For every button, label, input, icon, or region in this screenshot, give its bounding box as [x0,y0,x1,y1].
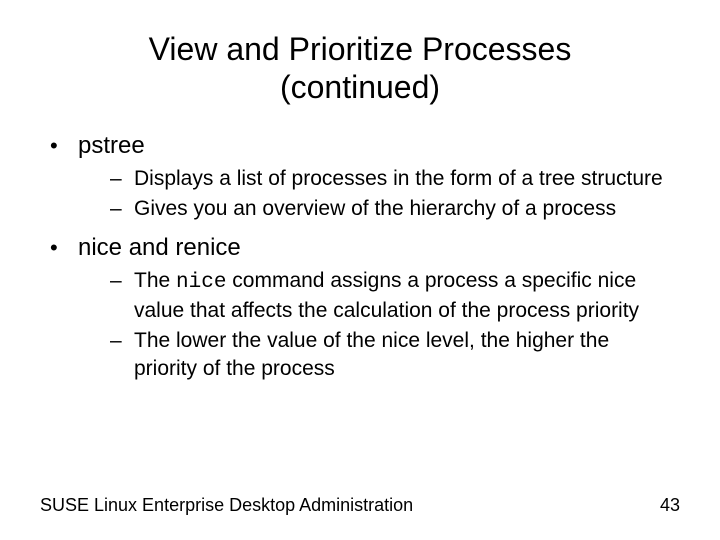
page-number: 43 [660,495,680,516]
sub-item: – Displays a list of processes in the fo… [110,165,680,193]
footer-text: SUSE Linux Enterprise Desktop Administra… [40,495,413,516]
list-item: • pstree – Displays a list of processes … [50,131,680,223]
dash-icon: – [110,165,134,193]
sub-list: – The nice command assigns a process a s… [110,267,680,383]
sub-text: Displays a list of processes in the form… [134,165,663,193]
list-item: • nice and renice – The nice command ass… [50,233,680,383]
footer: SUSE Linux Enterprise Desktop Administra… [40,495,680,516]
sub-list: – Displays a list of processes in the fo… [110,165,680,223]
dash-icon: – [110,195,134,223]
bullet-label: nice and renice [78,233,241,263]
sub-item: – Gives you an overview of the hierarchy… [110,195,680,223]
text-prefix: The [134,269,176,292]
dash-icon: – [110,327,134,355]
sub-text: Gives you an overview of the hierarchy o… [134,195,616,223]
sub-text: The lower the value of the nice level, t… [134,327,674,383]
bullet-icon: • [50,131,78,161]
code-text: nice [176,271,226,294]
sub-item: – The nice command assigns a process a s… [110,267,680,325]
bullet-label: pstree [78,131,145,161]
slide: View and Prioritize Processes (continued… [0,0,720,540]
slide-title: View and Prioritize Processes (continued… [40,30,680,107]
sub-text: The nice command assigns a process a spe… [134,267,674,325]
bullet-icon: • [50,233,78,263]
sub-item: – The lower the value of the nice level,… [110,327,680,383]
dash-icon: – [110,267,134,295]
bullet-list: • pstree – Displays a list of processes … [50,131,680,383]
title-line-1: View and Prioritize Processes [149,31,572,67]
title-line-2: (continued) [280,69,440,105]
